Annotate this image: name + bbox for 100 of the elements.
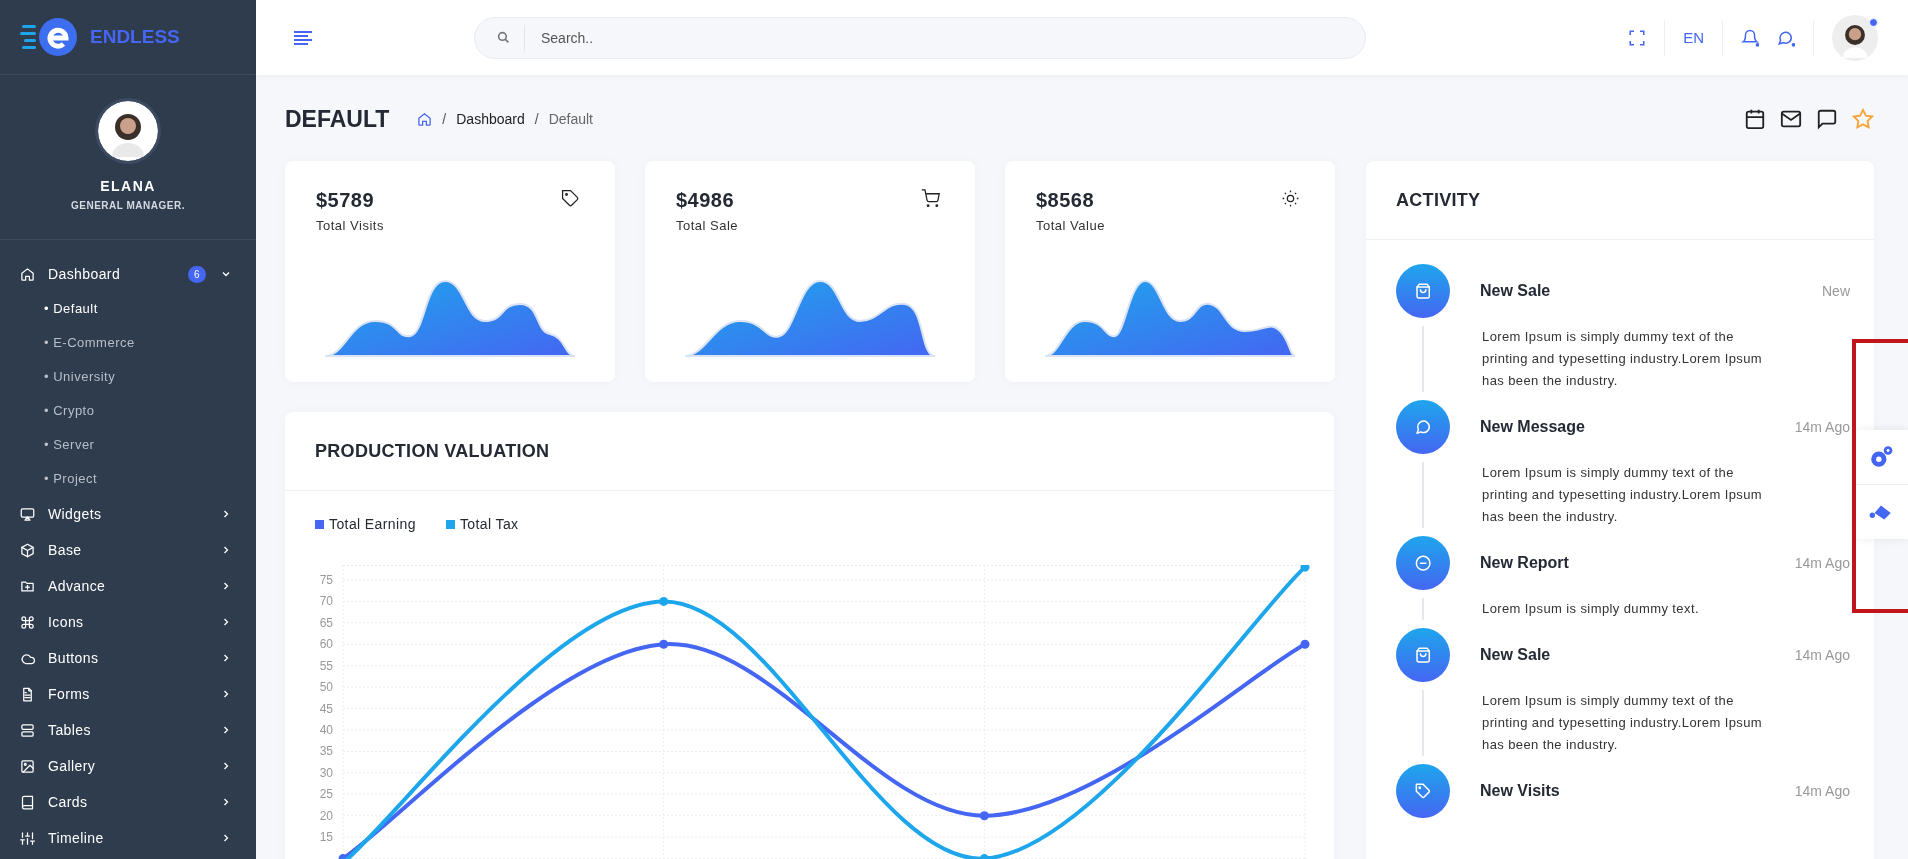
sidebar-label: Advance xyxy=(48,578,107,594)
sun-icon xyxy=(1281,189,1300,208)
sidebar-item[interactable]: Tables xyxy=(0,712,256,748)
file-icon xyxy=(20,686,35,702)
image-icon xyxy=(20,758,35,774)
axis-tick-label: 30 xyxy=(319,765,333,780)
calendar-icon[interactable] xyxy=(1744,108,1766,130)
sidebar-label: Gallery xyxy=(48,758,97,774)
sidebar-label: Tables xyxy=(48,722,92,738)
profile-name: ELANA xyxy=(100,178,156,194)
fullscreen-icon[interactable] xyxy=(1628,28,1647,47)
book-icon xyxy=(20,794,35,810)
home-icon xyxy=(20,266,35,282)
point xyxy=(659,639,669,649)
activity-time: 14m Ago xyxy=(1794,647,1850,663)
sidebar-item[interactable]: Dashboard 6 xyxy=(0,256,256,292)
logo-icon xyxy=(20,17,80,57)
breadcrumb-separator: / xyxy=(534,111,539,127)
stat-label: Total Sale xyxy=(676,218,739,233)
user-avatar[interactable] xyxy=(1832,14,1878,61)
stat-value: $4986 xyxy=(676,189,736,212)
search-icon xyxy=(497,31,510,44)
sidebar-item[interactable]: Timeline xyxy=(0,820,256,856)
activity-text: Lorem Ipsum is simply dummy text. xyxy=(1482,600,1700,618)
point xyxy=(659,596,669,606)
activity-time: 14m Ago xyxy=(1794,783,1850,799)
command-icon xyxy=(20,614,35,630)
sidebar-item[interactable]: Forms xyxy=(0,676,256,712)
activity-time: New xyxy=(1822,283,1850,299)
legend-label: Total Tax xyxy=(459,516,519,532)
language-selector[interactable]: EN xyxy=(1683,29,1704,46)
breadcrumb-item[interactable]: Default xyxy=(548,111,593,127)
tag-icon xyxy=(561,189,580,208)
sidebar-label: Widgets xyxy=(48,506,103,522)
submenu-item[interactable]: • Server xyxy=(0,428,256,462)
chat-icon[interactable] xyxy=(1816,108,1838,130)
activity-text: Lorem Ipsum is simply dummy text of the printing and typesetting industry.Lorem Ipsum has been the industry. xyxy=(1482,328,1764,390)
activity-title: New Sale xyxy=(1480,282,1552,300)
sidebar-item[interactable]: Gallery xyxy=(0,748,256,784)
sidebar-item[interactable]: Cards xyxy=(0,784,256,820)
sidebar-label: Base xyxy=(48,542,83,558)
sidebar-label: Forms xyxy=(48,686,91,702)
card-title: PRODUCTION VALUATION xyxy=(315,440,550,462)
profile-role: GENERAL MANAGER. xyxy=(71,200,185,211)
axis-tick-label: 55 xyxy=(319,658,333,673)
star-icon[interactable] xyxy=(1852,108,1874,130)
folder-icon xyxy=(20,578,35,594)
sidebar-item[interactable]: Advance xyxy=(0,568,256,604)
axis-tick-label: 25 xyxy=(319,787,333,802)
axis-tick-label: 20 xyxy=(319,808,333,823)
shopping-bag-icon xyxy=(1396,628,1450,682)
point xyxy=(1300,565,1310,572)
search-input[interactable]: Search.. xyxy=(539,28,1143,47)
bell-icon[interactable] xyxy=(1741,28,1759,47)
sliders-icon xyxy=(20,830,35,846)
gears-icon[interactable] xyxy=(1868,444,1894,470)
mail-icon[interactable] xyxy=(1780,108,1802,130)
server-icon xyxy=(20,722,35,738)
axis-tick-label: 50 xyxy=(319,680,333,695)
stat-value: $5789 xyxy=(316,189,376,212)
box-icon xyxy=(20,542,35,558)
sidebar-label: Cards xyxy=(48,794,89,810)
stat-label: Total Visits xyxy=(316,218,384,233)
activity-time: 14m Ago xyxy=(1794,419,1850,435)
activity-title: New Sale xyxy=(1480,646,1552,664)
axis-tick-label: 60 xyxy=(319,637,333,652)
home-icon[interactable] xyxy=(417,111,433,127)
activity-title: New Report xyxy=(1480,554,1570,572)
axis-tick-label: 65 xyxy=(319,615,333,630)
activity-title: New Visits xyxy=(1480,782,1561,800)
cart-icon xyxy=(921,189,940,208)
axis-tick-label: 75 xyxy=(319,573,333,587)
sidebar-label: Timeline xyxy=(48,830,105,846)
sidebar-item[interactable]: Buttons xyxy=(0,640,256,676)
sidebar-label: Dashboard xyxy=(48,266,122,282)
axis-tick-label: 70 xyxy=(319,594,333,609)
sidebar-item[interactable]: Icons xyxy=(0,604,256,640)
axis-tick-label: 45 xyxy=(319,701,333,716)
point xyxy=(1300,639,1310,649)
submenu-item[interactable]: • Project xyxy=(0,462,256,496)
submenu-item[interactable]: • Crypto xyxy=(0,394,256,428)
point xyxy=(979,811,989,821)
breadcrumb-item[interactable]: Dashboard xyxy=(456,111,525,127)
sidebar-item[interactable]: Base xyxy=(0,532,256,568)
menu-icon[interactable] xyxy=(294,29,314,46)
stat-label: Total Value xyxy=(1036,218,1105,233)
submenu-item[interactable]: • University xyxy=(0,360,256,394)
axis-tick-label: 15 xyxy=(319,830,333,845)
axis-tick-label: 40 xyxy=(319,723,333,737)
minus-circle-icon xyxy=(1396,536,1450,590)
tag-icon xyxy=(1396,764,1450,818)
search-field[interactable]: Search.. xyxy=(474,16,1366,59)
speech-bubble-icon xyxy=(1396,400,1450,454)
card-title: ACTIVITY xyxy=(1396,189,1481,211)
submenu-item[interactable]: • E-Commerce xyxy=(0,326,256,360)
sidebar-label: Icons xyxy=(48,614,85,630)
activity-text: Lorem Ipsum is simply dummy text of the printing and typesetting industry.Lorem Ipsum has been the industry. xyxy=(1482,692,1764,754)
submenu-item[interactable]: • Default xyxy=(0,292,256,326)
sidebar-item[interactable]: Widgets xyxy=(0,496,256,532)
count-badge: 6 xyxy=(188,265,206,283)
